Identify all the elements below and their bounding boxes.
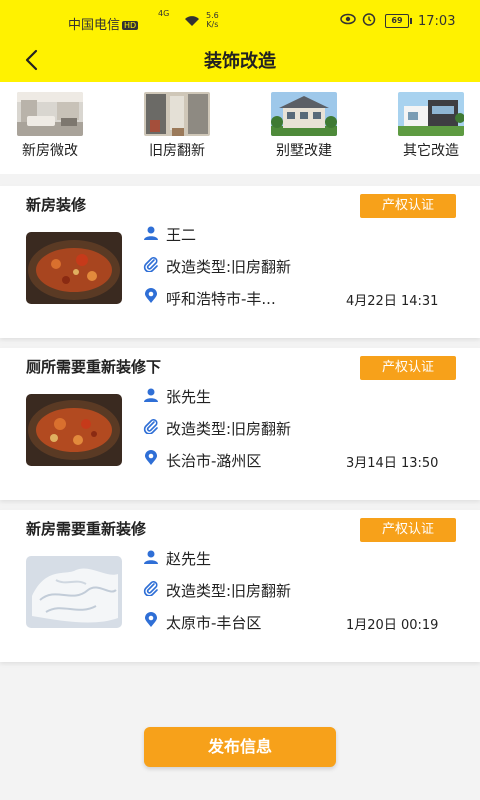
category-old-home[interactable]: 旧房翻新 <box>127 92 227 166</box>
category-villa[interactable]: 别墅改建 <box>254 92 354 166</box>
renovation-type: 改造类型:旧房翻新 <box>166 258 292 276</box>
category-row: 新房微改 旧房翻新 别墅改建 其它改造 <box>0 82 480 174</box>
hd-badge: HD <box>122 21 139 30</box>
poster-name: 赵先生 <box>166 550 212 568</box>
battery-icon: 69 <box>385 14 412 28</box>
person-icon <box>142 550 160 568</box>
eye-icon <box>340 13 356 29</box>
paperclip-icon <box>142 256 160 276</box>
carrier-label: 中国电信 HD <box>68 18 139 33</box>
poster-name: 王二 <box>166 226 197 244</box>
network-type: 4G <box>158 9 170 18</box>
post-thumbnail <box>26 394 122 466</box>
villa-image <box>271 92 337 136</box>
post-date: 4月22日 14:31 <box>346 294 439 309</box>
location-pin-icon <box>142 450 160 470</box>
poster-name-row: 张先生 <box>142 386 211 407</box>
category-new-home[interactable]: 新房微改 <box>0 92 100 166</box>
property-cert-badge: 产权认证 <box>360 518 456 542</box>
post-card[interactable]: 新房需要重新装修 产权认证 赵先生 改造类型:旧房翻新 太原市-丰台区 1月20… <box>0 510 480 662</box>
post-card[interactable]: 厕所需要重新装修下 产权认证 张先生 改造类型:旧房翻新 长治市-潞州区 3月1… <box>0 348 480 500</box>
post-thumbnail <box>26 556 122 628</box>
paperclip-icon <box>142 418 160 438</box>
property-cert-badge: 产权认证 <box>360 356 456 380</box>
renovation-type: 改造类型:旧房翻新 <box>166 420 292 438</box>
paperclip-icon <box>142 580 160 600</box>
post-title: 新房装修 <box>26 196 87 214</box>
location-pin-icon <box>142 288 160 308</box>
renovation-type-row: 改造类型:旧房翻新 <box>142 580 291 601</box>
status-bar: 中国电信 HD 4G 5.6 K/s 69 17:03 <box>0 0 480 44</box>
network-speed: 5.6 K/s <box>206 11 219 29</box>
category-label: 其它改造 <box>403 143 459 159</box>
living-room-image <box>17 92 83 136</box>
location: 太原市-丰台区 <box>166 614 262 632</box>
category-other[interactable]: 其它改造 <box>381 92 480 166</box>
post-thumbnail <box>26 232 122 304</box>
location-row: 呼和浩特市-丰... <box>142 288 276 309</box>
post-title: 新房需要重新装修 <box>26 520 147 538</box>
location-row: 长治市-潞州区 <box>142 450 261 471</box>
old-room-image <box>144 92 210 136</box>
location-row: 太原市-丰台区 <box>142 612 261 633</box>
modern-house-image <box>398 92 464 136</box>
location: 长治市-潞州区 <box>166 452 262 470</box>
location: 呼和浩特市-丰... <box>166 290 276 308</box>
renovation-type: 改造类型:旧房翻新 <box>166 582 292 600</box>
renovation-type-row: 改造类型:旧房翻新 <box>142 256 291 277</box>
alarm-icon <box>362 12 376 30</box>
category-label: 新房微改 <box>22 143 78 159</box>
poster-name-row: 赵先生 <box>142 548 211 569</box>
category-label: 旧房翻新 <box>149 143 205 159</box>
location-pin-icon <box>142 612 160 632</box>
post-date: 1月20日 00:19 <box>346 618 439 633</box>
property-cert-badge: 产权认证 <box>360 194 456 218</box>
poster-name: 张先生 <box>166 388 212 406</box>
header-bar: 中国电信 HD 4G 5.6 K/s 69 17:03 装饰改造 <box>0 0 480 82</box>
person-icon <box>142 226 160 244</box>
wifi-icon <box>184 14 200 31</box>
renovation-type-row: 改造类型:旧房翻新 <box>142 418 291 439</box>
post-date: 3月14日 13:50 <box>346 456 439 471</box>
category-label: 别墅改建 <box>276 143 332 159</box>
publish-button[interactable]: 发布信息 <box>144 727 336 767</box>
poster-name-row: 王二 <box>142 224 196 245</box>
post-title: 厕所需要重新装修下 <box>26 358 162 376</box>
post-card[interactable]: 新房装修 产权认证 王二 改造类型:旧房翻新 呼和浩特市-丰... 4月22日 … <box>0 186 480 338</box>
person-icon <box>142 388 160 406</box>
page-title: 装饰改造 <box>204 51 276 72</box>
clock: 17:03 <box>418 14 456 29</box>
